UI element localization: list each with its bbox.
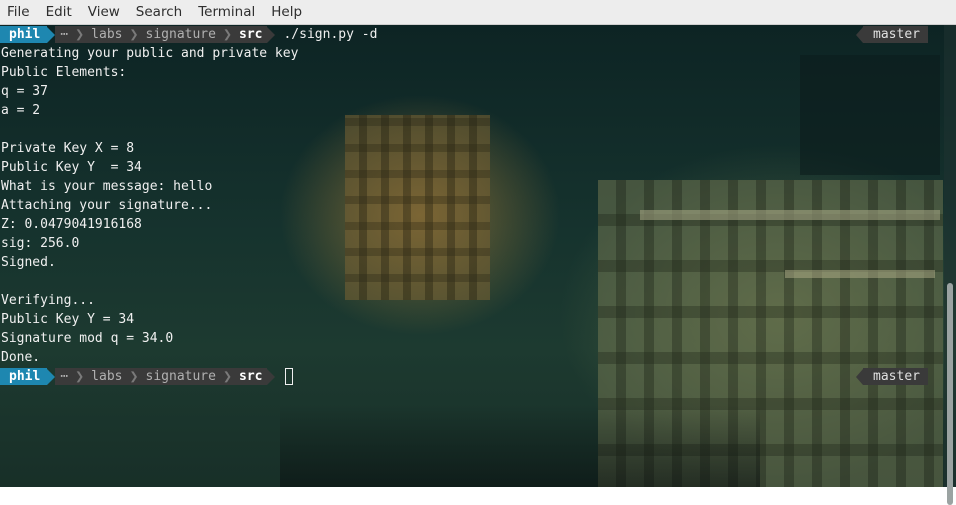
branch-arrow bbox=[856, 26, 864, 43]
scrollbar[interactable] bbox=[944, 25, 956, 505]
terminal-area[interactable]: phil ⋯ ❯ labs ❯ signature ❯ src ./sign.p… bbox=[0, 25, 956, 487]
background-photo-building-right-windows bbox=[598, 180, 943, 487]
menu-bar: File Edit View Search Terminal Help bbox=[0, 0, 956, 25]
git-branch-indicator: master bbox=[856, 368, 928, 385]
prompt-ellipsis: ⋯ bbox=[55, 368, 74, 385]
path-separator-icon: ❯ bbox=[73, 367, 87, 385]
output-line: Private Key X = 8 bbox=[1, 141, 135, 156]
prompt-user: phil bbox=[0, 26, 48, 43]
git-branch-name: master bbox=[873, 27, 920, 42]
git-branch-name: master bbox=[873, 369, 920, 384]
text-cursor bbox=[285, 368, 294, 385]
output-line: Verifying... bbox=[1, 293, 95, 308]
background-photo-roofline bbox=[785, 270, 935, 278]
menu-edit[interactable]: Edit bbox=[38, 0, 80, 24]
output-line: What is your message: hello bbox=[1, 179, 213, 194]
menu-view[interactable]: View bbox=[80, 0, 128, 24]
background-photo-towers bbox=[800, 55, 940, 175]
git-branch-indicator: master bbox=[856, 26, 928, 43]
background-photo-rail bbox=[280, 405, 760, 487]
background-photo-roofline bbox=[640, 210, 940, 220]
prompt-user: phil bbox=[0, 368, 48, 385]
path-separator-icon: ❯ bbox=[127, 25, 141, 43]
menu-search[interactable]: Search bbox=[128, 0, 190, 24]
output-line: sig: 256.0 bbox=[1, 236, 80, 251]
menu-file[interactable]: File bbox=[0, 0, 38, 24]
output-line: Generating your public and private key bbox=[1, 46, 299, 61]
output-line: Done. bbox=[1, 350, 41, 365]
background-photo-building-right bbox=[598, 180, 943, 487]
prompt-dir-signature: signature bbox=[140, 368, 221, 385]
prompt-current-dir: src bbox=[234, 368, 268, 385]
path-separator-icon: ❯ bbox=[127, 367, 141, 385]
background-photo-building-left bbox=[345, 115, 490, 300]
prompt-dir-labs: labs bbox=[86, 368, 128, 385]
prompt-dir-signature: signature bbox=[140, 26, 221, 43]
background-photo-building-left-windows bbox=[345, 115, 490, 300]
output-line: Signed. bbox=[1, 255, 56, 270]
branch-arrow bbox=[856, 368, 864, 385]
output-line: Public Key Y = 34 bbox=[1, 312, 135, 327]
path-separator-icon: ❯ bbox=[220, 367, 234, 385]
menu-terminal[interactable]: Terminal bbox=[190, 0, 263, 24]
prompt-end-arrow bbox=[267, 368, 276, 385]
command-text: ./sign.py -d bbox=[283, 27, 378, 42]
prompt-ellipsis: ⋯ bbox=[55, 26, 74, 43]
prompt-separator-arrow bbox=[47, 26, 56, 43]
output-line: Attaching your signature... bbox=[1, 198, 213, 213]
prompt-end-arrow bbox=[267, 26, 276, 43]
output-line: q = 37 bbox=[1, 84, 48, 99]
output-line: Z: 0.0479041916168 bbox=[1, 217, 142, 232]
shell-prompt: phil ⋯ ❯ labs ❯ signature ❯ src ./sign.p… bbox=[0, 25, 377, 44]
output-line: a = 2 bbox=[1, 103, 41, 118]
scrollbar-thumb[interactable] bbox=[947, 283, 953, 505]
prompt-dir-labs: labs bbox=[86, 26, 128, 43]
prompt-separator-arrow bbox=[47, 368, 56, 385]
output-line: Public Elements: bbox=[1, 65, 127, 80]
shell-prompt: phil ⋯ ❯ labs ❯ signature ❯ src bbox=[0, 367, 294, 386]
output-line: Public Key Y = 34 bbox=[1, 160, 142, 175]
prompt-current-dir: src bbox=[234, 26, 268, 43]
path-separator-icon: ❯ bbox=[220, 25, 234, 43]
path-separator-icon: ❯ bbox=[73, 25, 87, 43]
output-line: Signature mod q = 34.0 bbox=[1, 331, 174, 346]
menu-help[interactable]: Help bbox=[263, 0, 310, 24]
